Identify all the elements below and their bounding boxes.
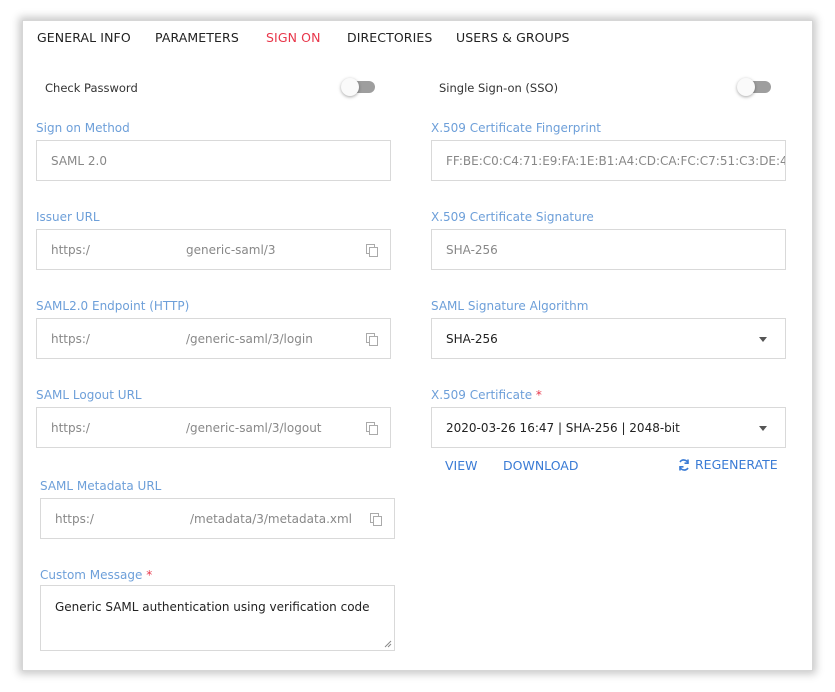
sign-on-method-label: Sign on Method — [36, 121, 130, 135]
issuer-url-field: https:/ generic-saml/3 — [36, 229, 391, 270]
certificate-select[interactable]: 2020-03-26 16:47 | SHA-256 | 2048-bit — [431, 407, 786, 448]
resize-handle-icon[interactable] — [384, 640, 392, 648]
signature-field: SHA-256 — [431, 229, 786, 270]
algorithm-value: SHA-256 — [446, 331, 498, 346]
sign-on-method-value: SAML 2.0 — [51, 153, 107, 168]
tab-parameters[interactable]: PARAMETERS — [155, 30, 239, 45]
regenerate-label: REGENERATE — [695, 457, 778, 472]
required-mark: * — [146, 568, 153, 582]
issuer-url-prefix: https:/ — [51, 242, 90, 257]
logout-url-suffix: /generic-saml/3/logout — [185, 420, 322, 435]
certificate-label-text: X.509 Certificate — [431, 388, 533, 402]
logout-url-field: https:/ /generic-saml/3/logout — [36, 407, 391, 448]
redacted-segment — [89, 331, 186, 346]
copy-icon[interactable] — [366, 333, 378, 346]
app-panel: GENERAL INFO PARAMETERS SIGN ON DIRECTOR… — [22, 20, 813, 671]
check-password-toggle[interactable] — [341, 78, 375, 96]
issuer-url-suffix: generic-saml/3 — [185, 242, 276, 257]
regenerate-button[interactable]: REGENERATE — [677, 457, 778, 472]
fingerprint-label: X.509 Certificate Fingerprint — [431, 121, 601, 135]
chevron-down-icon — [759, 426, 767, 431]
algorithm-select[interactable]: SHA-256 — [431, 318, 786, 359]
download-link[interactable]: DOWNLOAD — [503, 458, 579, 473]
signature-value: SHA-256 — [446, 242, 498, 257]
sso-label: Single Sign-on (SSO) — [439, 81, 559, 95]
tab-sign-on[interactable]: SIGN ON — [266, 30, 321, 45]
custom-message-label-text: Custom Message — [40, 568, 143, 582]
redacted-segment — [89, 420, 186, 435]
chevron-down-icon — [759, 337, 767, 342]
metadata-url-label: SAML Metadata URL — [40, 479, 162, 493]
issuer-url-label: Issuer URL — [36, 210, 100, 224]
certificate-label: X.509 Certificate * — [431, 388, 542, 402]
view-link[interactable]: VIEW — [445, 458, 478, 473]
toggle-knob — [737, 78, 755, 96]
saml-endpoint-label: SAML2.0 Endpoint (HTTP) — [36, 299, 190, 313]
check-password-label: Check Password — [45, 81, 138, 95]
metadata-url-field: https:/ /metadata/3/metadata.xml — [40, 498, 395, 539]
toggle-knob — [341, 78, 359, 96]
redacted-segment — [89, 242, 186, 257]
tab-users-groups[interactable]: USERS & GROUPS — [456, 30, 570, 45]
copy-icon[interactable] — [366, 422, 378, 435]
redacted-segment — [93, 511, 190, 526]
tab-general-info[interactable]: GENERAL INFO — [37, 30, 131, 45]
sso-toggle[interactable] — [737, 78, 771, 96]
copy-icon[interactable] — [366, 244, 378, 257]
fingerprint-value: FF:BE:C0:C4:71:E9:FA:1E:B1:A4:CD:CA:FC:C… — [446, 153, 786, 168]
saml-endpoint-field: https:/ /generic-saml/3/login — [36, 318, 391, 359]
logout-url-prefix: https:/ — [51, 420, 90, 435]
sign-on-method-field: SAML 2.0 — [36, 140, 391, 181]
custom-message-value: Generic SAML authentication using verifi… — [55, 600, 370, 614]
custom-message-textarea[interactable]: Generic SAML authentication using verifi… — [40, 585, 395, 651]
logout-url-label: SAML Logout URL — [36, 388, 142, 402]
algorithm-label: SAML Signature Algorithm — [431, 299, 589, 313]
copy-icon[interactable] — [370, 513, 382, 526]
signature-label: X.509 Certificate Signature — [431, 210, 594, 224]
required-mark: * — [535, 388, 542, 402]
saml-endpoint-prefix: https:/ — [51, 331, 90, 346]
saml-endpoint-suffix: /generic-saml/3/login — [185, 331, 313, 346]
metadata-url-prefix: https:/ — [55, 511, 94, 526]
fingerprint-field: FF:BE:C0:C4:71:E9:FA:1E:B1:A4:CD:CA:FC:C… — [431, 140, 786, 181]
refresh-icon — [679, 458, 689, 471]
tab-directories[interactable]: DIRECTORIES — [347, 30, 432, 45]
metadata-url-suffix: /metadata/3/metadata.xml — [189, 511, 353, 526]
certificate-value: 2020-03-26 16:47 | SHA-256 | 2048-bit — [446, 420, 680, 435]
custom-message-label: Custom Message * — [40, 568, 152, 582]
